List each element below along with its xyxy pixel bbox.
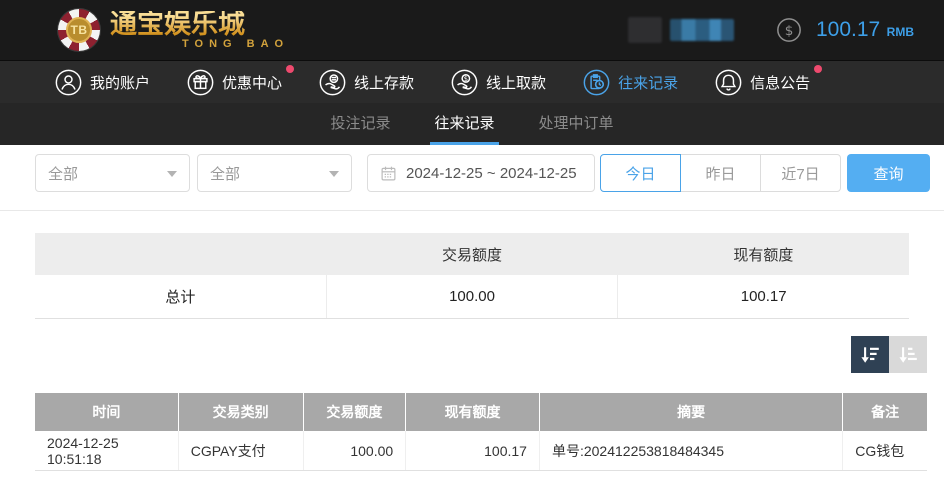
cell-type: CGPAY支付 bbox=[177, 431, 303, 470]
deposit-icon bbox=[319, 69, 346, 95]
summary-total-label: 总计 bbox=[165, 289, 196, 306]
poker-chip-icon: TB bbox=[58, 9, 100, 51]
withdraw-icon: $ bbox=[451, 69, 478, 95]
gift-icon bbox=[187, 69, 214, 95]
chevron-down-icon bbox=[329, 171, 339, 177]
nav-label: 线上存款 bbox=[354, 74, 415, 92]
summary-total-row: 总计 100.00 100.17 bbox=[35, 275, 909, 319]
col-balance: 现有额度 bbox=[405, 393, 539, 431]
account-area: $ 100.17 RMB bbox=[627, 17, 928, 43]
nav-label: 线上取款 bbox=[486, 74, 547, 92]
cell-time: 2024-12-25 10:51:18 bbox=[47, 434, 119, 467]
search-button[interactable]: 查询 bbox=[847, 154, 930, 192]
user-icon bbox=[55, 69, 82, 95]
censored-username bbox=[627, 17, 734, 43]
col-remark: 备注 bbox=[842, 393, 927, 431]
notification-dot bbox=[286, 64, 295, 73]
section-divider bbox=[0, 210, 944, 211]
brand-title: 通宝娱乐城 bbox=[110, 10, 289, 38]
cell-amount: 100.00 bbox=[302, 431, 406, 470]
main-nav: 我的账户 优惠中心 线上存款 $ 线上取款 往来记录 信息公告 bbox=[0, 60, 944, 103]
col-amount: 交易额度 bbox=[302, 393, 406, 431]
brand-subtitle: TONG BAO bbox=[182, 37, 290, 50]
cell-summary: 单号:202412253818484345 bbox=[538, 431, 842, 470]
col-summary: 摘要 bbox=[538, 393, 842, 431]
nav-item-transactions[interactable]: 往来记录 bbox=[583, 69, 678, 96]
yesterday-button[interactable]: 昨日 bbox=[680, 154, 761, 192]
summary-table: 交易额度 现有额度 总计 100.00 100.17 bbox=[35, 233, 909, 319]
summary-header: 交易额度 现有额度 bbox=[35, 233, 909, 275]
today-button[interactable]: 今日 bbox=[600, 154, 681, 192]
cell-balance: 100.17 bbox=[405, 431, 539, 470]
tab-transaction-records[interactable]: 往来记录 bbox=[430, 103, 499, 145]
nav-label: 优惠中心 bbox=[222, 74, 283, 92]
censored-avatar bbox=[627, 17, 662, 43]
records-table: 时间 交易类别 交易额度 现有额度 摘要 备注 2024-12-25 10:51… bbox=[35, 393, 927, 471]
date-range-input[interactable]: 2024-12-25 ~ 2024-12-25 bbox=[367, 154, 595, 192]
summary-col-balance: 现有额度 bbox=[733, 246, 794, 264]
nav-label: 往来记录 bbox=[618, 74, 679, 92]
summary-col-transaction: 交易额度 bbox=[441, 246, 502, 264]
tab-bet-records[interactable]: 投注记录 bbox=[326, 103, 394, 145]
nav-item-announcements[interactable]: 信息公告 bbox=[715, 64, 823, 96]
nav-item-deposit[interactable]: 线上存款 bbox=[319, 69, 414, 96]
svg-text:$: $ bbox=[785, 23, 794, 39]
nav-label: 我的账户 bbox=[90, 74, 151, 92]
col-type: 交易类别 bbox=[177, 393, 303, 431]
chip-monogram: TB bbox=[66, 17, 92, 43]
sort-desc-icon bbox=[861, 346, 879, 363]
quick-range-group: 今日 昨日 近7日 bbox=[600, 154, 841, 192]
table-row: 2024-12-25 10:51:18 CGPAY支付 100.00 100.1… bbox=[35, 431, 927, 471]
records-header: 时间 交易类别 交易额度 现有额度 摘要 备注 bbox=[35, 393, 927, 431]
chevron-down-icon bbox=[167, 171, 177, 177]
cell-remark: CG钱包 bbox=[842, 431, 927, 470]
sub-tab-bar: 投注记录 往来记录 处理中订单 bbox=[0, 103, 944, 145]
balance-amount: 100.17 bbox=[815, 18, 881, 41]
censored-name bbox=[669, 19, 734, 41]
tab-pending-orders[interactable]: 处理中订单 bbox=[535, 103, 618, 145]
records-icon bbox=[583, 69, 610, 95]
col-time: 时间 bbox=[92, 404, 121, 420]
category-select[interactable]: 全部 bbox=[197, 154, 352, 192]
filter-row: 全部 全部 2024-12-25 ~ 2024-12-25 今日 昨日 近7日 … bbox=[35, 154, 944, 192]
sort-ascending-button[interactable] bbox=[889, 336, 927, 373]
nav-item-withdraw[interactable]: $ 线上取款 bbox=[451, 69, 546, 96]
sort-asc-icon bbox=[899, 346, 917, 363]
top-header: TB 通宝娱乐城 TONG BAO $ 100.17 RMB bbox=[0, 0, 944, 60]
summary-current-balance: 100.17 bbox=[617, 275, 909, 318]
sort-descending-button[interactable] bbox=[851, 336, 889, 373]
dollar-coin-icon: $ bbox=[777, 18, 801, 42]
brand-logo[interactable]: TB 通宝娱乐城 TONG BAO bbox=[58, 9, 289, 51]
date-range-value: 2024-12-25 ~ 2024-12-25 bbox=[406, 164, 577, 182]
summary-transaction-amount: 100.00 bbox=[325, 275, 618, 318]
nav-label: 信息公告 bbox=[750, 74, 811, 92]
svg-text:$: $ bbox=[464, 74, 468, 82]
calendar-icon bbox=[381, 166, 396, 180]
nav-item-my-account[interactable]: 我的账户 bbox=[55, 69, 150, 96]
last7days-button[interactable]: 近7日 bbox=[760, 154, 841, 192]
nav-item-promotions[interactable]: 优惠中心 bbox=[187, 64, 295, 96]
summary-col-blank bbox=[35, 233, 326, 275]
sort-controls bbox=[35, 336, 927, 373]
bell-icon bbox=[715, 69, 742, 95]
notification-dot bbox=[814, 64, 823, 73]
balance-currency: RMB bbox=[886, 25, 914, 39]
type-select[interactable]: 全部 bbox=[35, 154, 190, 192]
